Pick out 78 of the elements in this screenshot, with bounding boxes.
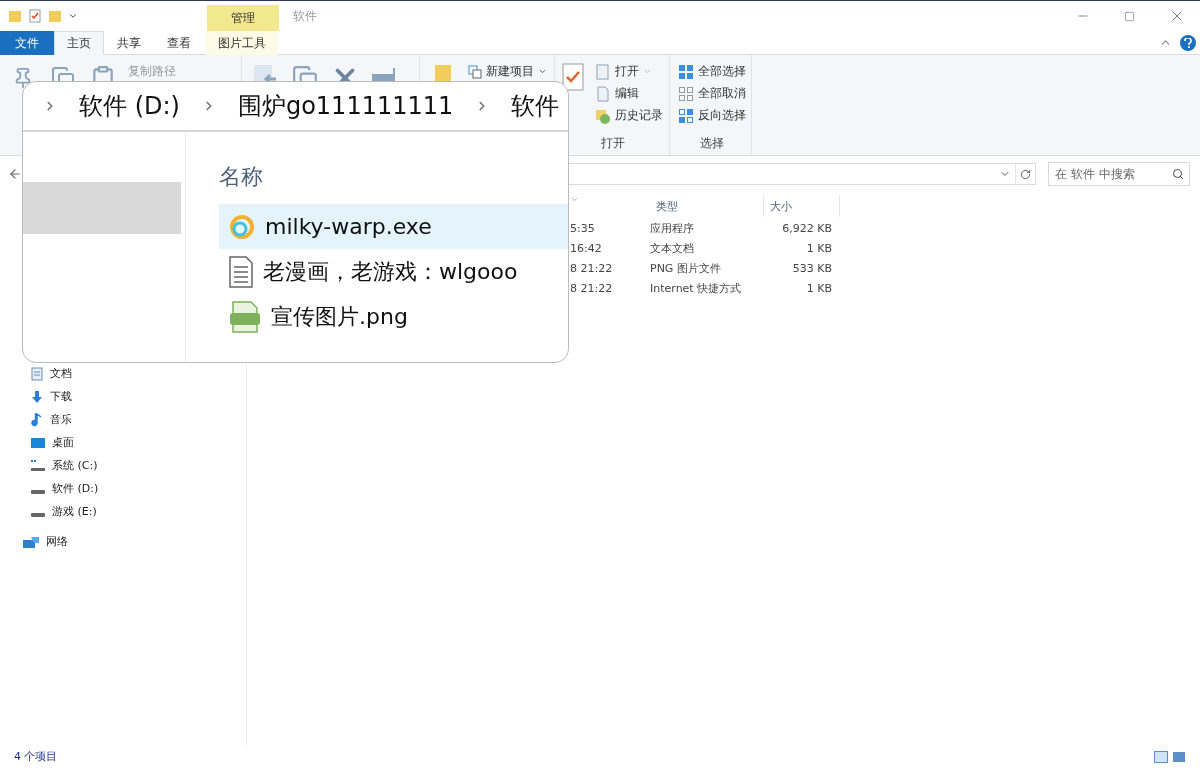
system-drive-icon	[30, 458, 46, 473]
app-icon	[229, 213, 255, 240]
image-file-icon	[229, 300, 261, 333]
breadcrumb-item[interactable]: 围炉go111111111	[237, 90, 454, 122]
edit-icon	[595, 85, 611, 102]
table-cell-text: 5:35	[570, 221, 596, 235]
new-item-button[interactable]: 新建项目	[466, 61, 549, 82]
back-icon[interactable]	[8, 167, 22, 181]
invert-selection-icon	[678, 107, 694, 124]
table-cell-text: 1 KB	[805, 281, 832, 295]
ribbon-command[interactable]: 全部选择	[676, 61, 748, 82]
ribbon-tab[interactable]: 主页	[54, 31, 104, 55]
breadcrumb-item[interactable]: 软件 (D:)	[79, 90, 180, 122]
download-arrow-icon	[30, 389, 44, 404]
select-none-icon	[678, 85, 694, 102]
table-cell-text: 16:42	[570, 241, 603, 255]
nav-item[interactable]: 网络	[0, 530, 246, 553]
ribbon-tab[interactable]: 查看	[154, 31, 204, 55]
sort-caret-icon	[570, 195, 579, 204]
ribbon-tab[interactable]: 文件	[0, 31, 54, 55]
table-cell-text: 1 KB	[805, 241, 832, 255]
checklist-icon[interactable]	[28, 9, 42, 23]
column-header[interactable]: 名称	[219, 162, 568, 204]
large-icons-view-icon[interactable]	[1172, 750, 1186, 763]
column-header[interactable]: 类型	[650, 195, 764, 217]
table-cell-text: 6,922 KB	[781, 221, 832, 235]
dropdown-caret-icon	[643, 67, 652, 76]
folder-icon[interactable]	[48, 9, 62, 23]
drive-icon	[31, 512, 45, 517]
nav-item[interactable]: 软件 (D:)	[0, 477, 246, 500]
group-label: 选择	[698, 135, 725, 152]
table-cell-text: Internet 快捷方式	[649, 280, 743, 296]
group-label: 打开	[600, 135, 626, 152]
context-tab-label: 管理	[207, 5, 279, 31]
nav-item[interactable]: 游戏 (E:)	[0, 500, 246, 523]
dropdown-caret-icon[interactable]	[68, 11, 78, 21]
ribbon-tab[interactable]: 共享	[104, 31, 154, 55]
search-icon[interactable]	[1172, 168, 1184, 180]
search-field[interactable]: 在 软件 中搜索	[1048, 162, 1190, 186]
file-row[interactable]: 宣传图片.png	[219, 294, 568, 339]
nav-item[interactable]: 桌面	[0, 431, 246, 454]
table-cell-text: 8 21:22	[570, 261, 614, 275]
file-row[interactable]: milky-warp.exe	[219, 204, 568, 249]
help-icon[interactable]	[1180, 34, 1196, 51]
ribbon-command[interactable]: 编辑	[593, 83, 665, 104]
details-view-icon[interactable]	[1154, 750, 1168, 763]
table-cell-text: 533 KB	[791, 261, 832, 275]
text-document-icon	[229, 255, 253, 288]
ribbon-tab[interactable]: 图片工具	[206, 31, 278, 55]
table-cell-text: 文本文档	[649, 240, 695, 256]
dropdown-caret-icon	[538, 67, 547, 76]
desktop-icon	[30, 435, 46, 450]
table-cell-text: 8 21:22	[570, 281, 614, 295]
ribbon-command[interactable]: 打开	[593, 61, 665, 82]
network-icon	[22, 534, 40, 549]
breadcrumb-item[interactable]: 软件	[511, 90, 560, 122]
drive-icon	[31, 489, 45, 494]
open-icon	[595, 63, 611, 80]
ribbon-command[interactable]: 反向选择	[676, 105, 748, 126]
nav-item[interactable]: 文档	[0, 362, 246, 385]
item-count: 4 个项目	[14, 749, 58, 764]
select-all-icon	[678, 63, 694, 80]
column-header[interactable]: 大小	[764, 195, 840, 217]
music-note-icon	[30, 412, 44, 427]
table-cell-text: PNG 图片文件	[649, 260, 722, 276]
file-row[interactable]: 老漫画，老游戏：wlgooo	[219, 249, 568, 294]
ribbon-command[interactable]: 全部取消	[676, 83, 748, 104]
document-icon	[30, 366, 44, 381]
folder-icon[interactable]	[8, 9, 22, 23]
history-icon	[595, 107, 611, 124]
nav-item[interactable]: 下载	[0, 385, 246, 408]
table-cell-text: 应用程序	[649, 220, 695, 236]
ribbon-command[interactable]: 历史记录	[593, 105, 665, 126]
maximize-icon	[1124, 10, 1135, 22]
nav-item[interactable]: 系统 (C:)	[0, 454, 246, 477]
new-item-icon	[468, 64, 482, 79]
window-title: 软件	[293, 7, 317, 25]
nav-item[interactable]: 音乐	[0, 408, 246, 431]
